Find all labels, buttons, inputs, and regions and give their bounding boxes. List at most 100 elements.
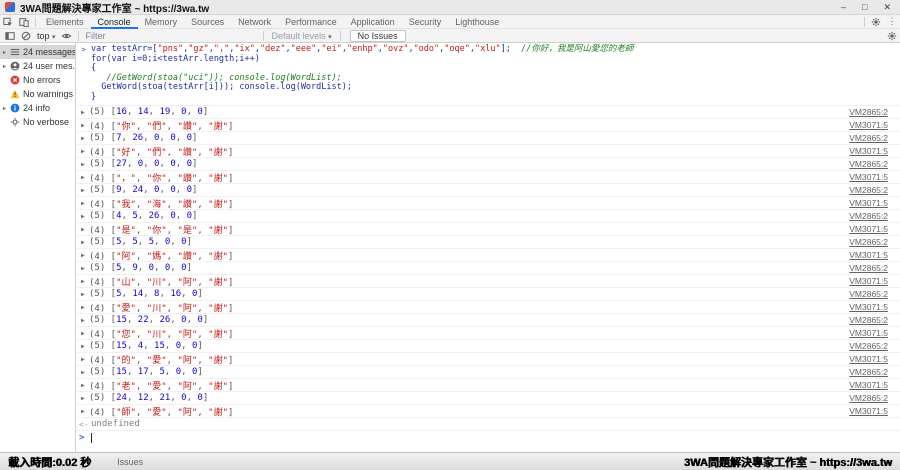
expand-icon[interactable]: ▶ [81, 200, 89, 207]
console-prompt[interactable]: > [76, 431, 900, 444]
console-message-row[interactable]: ▶(5) [16, 14, 19, 0, 0]VM2865:2 [76, 106, 900, 119]
console-message-row[interactable]: ▶(4) ["好", "們", "讚", "謝"]VM3071:5 [76, 145, 900, 158]
expand-icon[interactable]: ▸ [3, 49, 10, 56]
console-message-row[interactable]: ▶(4) ["山", "川", "阿", "謝"]VM3071:5 [76, 275, 900, 288]
expand-icon[interactable]: ▶ [81, 369, 89, 376]
expand-icon[interactable]: ▶ [81, 239, 89, 246]
expand-icon[interactable]: ▶ [81, 252, 89, 259]
source-link[interactable]: VM3071:5 [849, 146, 888, 156]
expand-icon[interactable]: ▶ [81, 317, 89, 324]
expand-icon[interactable]: ▶ [81, 278, 89, 285]
frame-context-selector[interactable]: top ▾ [34, 31, 59, 41]
tab-console[interactable]: Console [91, 15, 138, 29]
console-sidebar-toggle-icon[interactable] [2, 29, 18, 43]
device-toolbar-icon[interactable] [16, 15, 32, 29]
console-settings-gear-icon[interactable] [884, 29, 900, 43]
console-message-row[interactable]: ▶(5) [24, 12, 21, 0, 0]VM2865:2 [76, 392, 900, 405]
source-link[interactable]: VM2865:2 [849, 315, 888, 325]
console-message-row[interactable]: ▶(5) [7, 26, 0, 0, 0]VM2865:2 [76, 132, 900, 145]
console-message-row[interactable]: ▶(4) ["是", "你", "是", "謝"]VM3071:5 [76, 223, 900, 236]
expand-icon[interactable]: ▶ [81, 213, 89, 220]
expand-icon[interactable]: ▶ [81, 304, 89, 311]
source-link[interactable]: VM3071:5 [849, 406, 888, 416]
console-message-row[interactable]: ▶(5) [15, 17, 5, 0, 0]VM2865:2 [76, 366, 900, 379]
source-link[interactable]: VM2865:2 [849, 107, 888, 117]
expand-icon[interactable]: ▶ [81, 161, 89, 168]
kebab-menu-icon[interactable]: ⋮ [884, 15, 900, 29]
expand-icon[interactable]: ▶ [81, 187, 89, 194]
source-link[interactable]: VM3071:5 [849, 302, 888, 312]
console-message-row[interactable]: ▶(5) [5, 9, 0, 0, 0]VM2865:2 [76, 262, 900, 275]
tab-network[interactable]: Network [231, 15, 278, 29]
tab-elements[interactable]: Elements [39, 15, 91, 29]
sidebar-item-info[interactable]: ▸24 info [0, 101, 75, 115]
console-message-row[interactable]: ▶(5) [4, 5, 26, 0, 0]VM2865:2 [76, 210, 900, 223]
tab-sources[interactable]: Sources [184, 15, 231, 29]
filter-input[interactable] [82, 31, 260, 41]
console-message-row[interactable]: ▶(4) ["的", "愛", "阿", "謝"]VM3071:5 [76, 353, 900, 366]
source-link[interactable]: VM2865:2 [849, 159, 888, 169]
source-link[interactable]: VM3071:5 [849, 198, 888, 208]
source-link[interactable]: VM2865:2 [849, 341, 888, 351]
console-message-row[interactable]: ▶(5) [9, 24, 0, 0, 0]VM2865:2 [76, 184, 900, 197]
expand-icon[interactable]: ▶ [81, 356, 89, 363]
expand-icon[interactable]: ▶ [81, 330, 89, 337]
console-message-row[interactable]: ▶(5) [15, 4, 15, 0, 0]VM2865:2 [76, 340, 900, 353]
no-issues-button[interactable]: No Issues [350, 30, 406, 42]
sidebar-item-messages[interactable]: ▸24 messages [0, 45, 75, 59]
tab-security[interactable]: Security [402, 15, 449, 29]
tab-application[interactable]: Application [344, 15, 402, 29]
source-link[interactable]: VM2865:2 [849, 211, 888, 221]
expand-icon[interactable]: ▶ [81, 109, 89, 116]
source-link[interactable]: VM2865:2 [849, 237, 888, 247]
console-message-row[interactable]: ▶(5) [27, 0, 0, 0, 0]VM2865:2 [76, 158, 900, 171]
source-link[interactable]: VM2865:2 [849, 263, 888, 273]
source-link[interactable]: VM2865:2 [849, 133, 888, 143]
console-message-row[interactable]: ▶(4) ["你", "們", "讚", "謝"]VM3071:5 [76, 119, 900, 132]
expand-icon[interactable]: ▶ [81, 174, 89, 181]
tab-lighthouse[interactable]: Lighthouse [448, 15, 506, 29]
expand-icon[interactable]: ▶ [81, 135, 89, 142]
source-link[interactable]: VM3071:5 [849, 328, 888, 338]
source-link[interactable]: VM3071:5 [849, 250, 888, 260]
console-message-row[interactable]: ▶(5) [15, 22, 26, 0, 0]VM2865:2 [76, 314, 900, 327]
tab-memory[interactable]: Memory [138, 15, 185, 29]
source-link[interactable]: VM2865:2 [849, 289, 888, 299]
expand-icon[interactable]: ▶ [81, 408, 89, 415]
source-link[interactable]: VM3071:5 [849, 276, 888, 286]
source-link[interactable]: VM3071:5 [849, 120, 888, 130]
expand-icon[interactable]: ▶ [81, 265, 89, 272]
clear-console-icon[interactable] [18, 29, 34, 43]
issues-tab[interactable]: Issues [117, 457, 143, 467]
expand-icon[interactable]: ▸ [3, 63, 10, 70]
inspect-element-icon[interactable] [0, 15, 16, 29]
default-levels-dropdown[interactable]: Default levels ▾ [267, 31, 337, 41]
close-button[interactable]: ✕ [883, 2, 891, 12]
expand-icon[interactable]: ▶ [81, 382, 89, 389]
source-link[interactable]: VM2865:2 [849, 367, 888, 377]
console-message-row[interactable]: ▶(5) [5, 14, 8, 16, 0]VM2865:2 [76, 288, 900, 301]
sidebar-item-warnings[interactable]: No warnings [0, 87, 75, 101]
source-link[interactable]: VM3071:5 [849, 380, 888, 390]
sidebar-item-verbose[interactable]: No verbose [0, 115, 75, 129]
sidebar-item-errors[interactable]: No errors [0, 73, 75, 87]
source-link[interactable]: VM3071:5 [849, 172, 888, 182]
expand-icon[interactable]: ▶ [81, 291, 89, 298]
console-message-row[interactable]: ▶(4) ["，", "你", "讚", "謝"]VM3071:5 [76, 171, 900, 184]
minimize-button[interactable]: – [841, 2, 846, 12]
source-link[interactable]: VM2865:2 [849, 185, 888, 195]
console-message-row[interactable]: ▶(4) ["我", "海", "讚", "謝"]VM3071:5 [76, 197, 900, 210]
console-message-row[interactable]: ▶(4) ["愛", "川", "阿", "謝"]VM3071:5 [76, 301, 900, 314]
live-expression-eye-icon[interactable] [59, 29, 75, 43]
console-message-row[interactable]: ▶(5) [5, 5, 5, 0, 0]VM2865:2 [76, 236, 900, 249]
settings-gear-icon[interactable] [868, 15, 884, 29]
source-link[interactable]: VM3071:5 [849, 354, 888, 364]
maximize-button[interactable]: □ [862, 2, 867, 12]
console-message-row[interactable]: ▶(4) ["阿", "媽", "讚", "謝"]VM3071:5 [76, 249, 900, 262]
expand-icon[interactable]: ▶ [81, 148, 89, 155]
expand-icon[interactable]: ▶ [81, 395, 89, 402]
source-link[interactable]: VM2865:2 [849, 393, 888, 403]
console-message-row[interactable]: ▶(4) ["您", "川", "阿", "謝"]VM3071:5 [76, 327, 900, 340]
sidebar-item-user-messages[interactable]: ▸24 user mes... [0, 59, 75, 73]
console-message-row[interactable]: ▶(4) ["師", "愛", "阿", "謝"]VM3071:5 [76, 405, 900, 418]
